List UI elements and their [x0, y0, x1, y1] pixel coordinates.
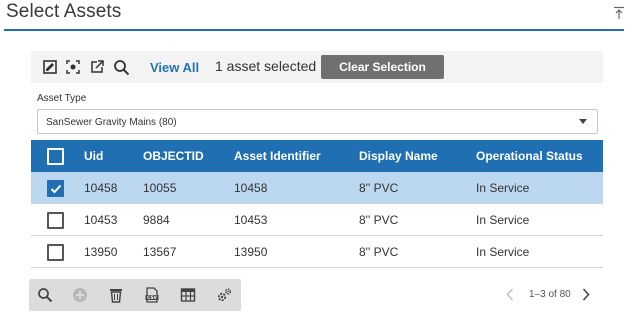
cell-asset-identifier: 10458	[234, 181, 268, 195]
selection-toolbar: View All 1 asset selected Clear Selectio…	[31, 51, 603, 83]
svg-text:CSV: CSV	[147, 295, 157, 301]
asset-type-label: Asset Type	[37, 93, 87, 104]
cell-display-name: 8'' PVC	[359, 213, 399, 227]
cell-objectid: 9884	[143, 213, 170, 227]
cell-operational-status: In Service	[476, 213, 530, 227]
title-divider	[4, 29, 624, 31]
asset-type-selected-value: SanSewer Gravity Mains (80)	[46, 117, 177, 128]
panel-title: Select Assets	[6, 1, 122, 22]
checkmark-icon	[50, 184, 62, 194]
column-header-objectid[interactable]: OBJECTID	[143, 140, 204, 172]
chevron-left-icon[interactable]	[506, 288, 514, 301]
cell-objectid: 10055	[143, 181, 177, 195]
column-header-uid[interactable]: Uid	[84, 140, 103, 172]
cell-asset-identifier: 10453	[234, 213, 268, 227]
column-header-asset-identifier[interactable]: Asset Identifier	[234, 140, 321, 172]
table-icon[interactable]	[180, 287, 196, 303]
cell-operational-status: In Service	[476, 181, 530, 195]
search-icon[interactable]	[113, 59, 130, 76]
asset-type-select[interactable]: SanSewer Gravity Mains (80)	[37, 109, 598, 134]
table-row[interactable]: 10453 9884 10453 8'' PVC In Service	[31, 204, 603, 236]
clear-selection-button[interactable]: Clear Selection	[321, 55, 444, 79]
cell-display-name: 8'' PVC	[359, 245, 399, 259]
collapse-panel-icon[interactable]	[613, 6, 625, 20]
cell-objectid: 13567	[143, 245, 177, 259]
row-checkbox[interactable]	[47, 212, 64, 229]
row-checkbox[interactable]	[47, 180, 64, 197]
zoom-to-selection-icon[interactable]	[65, 59, 81, 75]
view-all-link[interactable]: View All	[150, 60, 199, 75]
table-header: Uid OBJECTID Asset Identifier Display Na…	[31, 140, 603, 172]
row-checkbox[interactable]	[47, 244, 64, 261]
chevron-right-icon[interactable]	[582, 288, 590, 301]
column-header-display-name[interactable]: Display Name	[359, 140, 438, 172]
table-row[interactable]: 13950 13567 13950 8'' PVC In Service	[31, 236, 603, 268]
edit-selection-icon[interactable]	[42, 59, 58, 75]
add-icon[interactable]	[72, 287, 88, 303]
selection-count-text: 1 asset selected	[215, 58, 317, 74]
cell-operational-status: In Service	[476, 245, 530, 259]
bottom-toolbar: CSV	[29, 279, 241, 311]
cell-uid: 10453	[84, 213, 118, 227]
cell-display-name: 8'' PVC	[359, 181, 399, 195]
csv-export-icon[interactable]: CSV	[144, 287, 160, 303]
assets-table: Uid OBJECTID Asset Identifier Display Na…	[31, 140, 603, 268]
select-all-checkbox[interactable]	[47, 148, 64, 165]
cell-uid: 13950	[84, 245, 118, 259]
open-external-icon[interactable]	[89, 59, 105, 75]
chevron-down-icon	[579, 119, 587, 124]
column-header-operational-status[interactable]: Operational Status	[476, 140, 583, 172]
cell-uid: 10458	[84, 181, 118, 195]
delete-icon[interactable]	[108, 287, 124, 303]
cell-asset-identifier: 13950	[234, 245, 268, 259]
search-icon[interactable]	[37, 287, 53, 303]
pagination: 1–3 of 80	[506, 286, 596, 304]
settings-icon[interactable]	[216, 287, 232, 303]
pagination-range: 1–3 of 80	[529, 289, 571, 300]
table-row[interactable]: 10458 10055 10458 8'' PVC In Service	[31, 172, 603, 204]
